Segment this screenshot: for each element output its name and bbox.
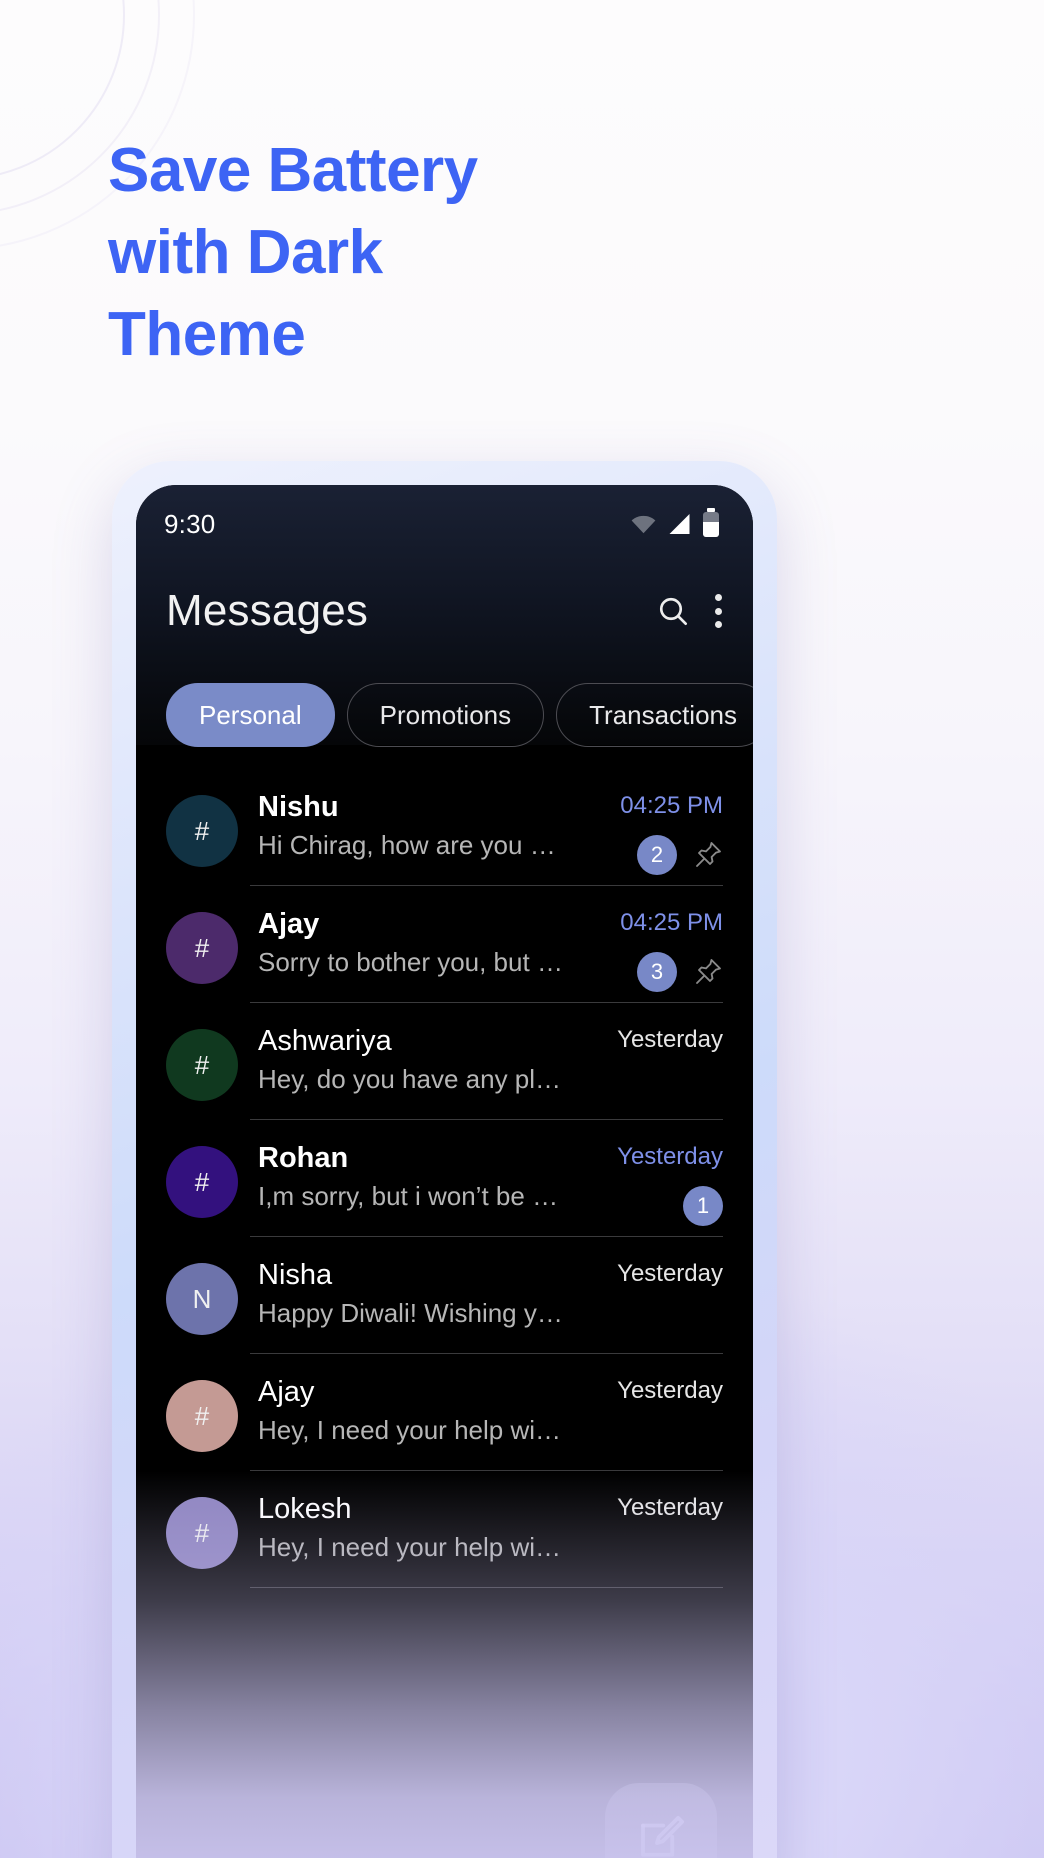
conversation-row[interactable]: # Lokesh Hey, I need your help with... Y… xyxy=(136,1471,753,1588)
battery-icon xyxy=(703,508,719,537)
contact-name: Lokesh xyxy=(258,1493,352,1525)
message-snippet: Hey, do you have any plans for th... xyxy=(258,1064,565,1095)
conversation-text: Lokesh Hey, I need your help with... xyxy=(258,1493,573,1564)
filter-chip-promotions[interactable]: Promotions xyxy=(346,683,545,747)
conversation-text: Ajay Sorry to bother you, but I forgot m… xyxy=(258,908,573,979)
contact-name: Nishu xyxy=(258,791,339,823)
message-snippet: Sorry to bother you, but I forgot m... xyxy=(258,947,565,978)
conversation-meta: 04:25 PM 2 xyxy=(573,791,723,876)
conversation-meta: Yesterday xyxy=(573,1259,723,1287)
timestamp: Yesterday xyxy=(617,1260,723,1287)
headline-line-2: with Dark xyxy=(108,217,383,287)
phone-mockup: 9:30 Messages Personal Promotions Transa… xyxy=(112,461,777,1858)
conversation-row[interactable]: # Ashwariya Hey, do you have any plans f… xyxy=(136,1003,753,1120)
avatar: # xyxy=(166,1380,238,1452)
compose-icon xyxy=(641,1815,685,1857)
unread-badge: 1 xyxy=(683,1186,723,1227)
timestamp: 04:25 PM xyxy=(620,792,723,819)
avatar: # xyxy=(166,912,238,984)
conversation-meta: 04:25 PM 3 xyxy=(573,908,723,993)
app-bar: Messages xyxy=(136,563,753,659)
headline-line-3: Theme xyxy=(108,299,306,369)
message-snippet: I,m sorry, but i won’t be able to... xyxy=(258,1181,565,1212)
meta-bottom: 2 xyxy=(637,835,723,876)
contact-name: Ashwariya xyxy=(258,1025,392,1057)
row-divider xyxy=(250,1587,723,1588)
pin-icon[interactable] xyxy=(693,840,723,870)
message-snippet: Hey, I need your help with... xyxy=(258,1532,565,1563)
conversation-row[interactable]: # Nishu Hi Chirag, how are you doing? Ho… xyxy=(136,769,753,886)
cell-signal-icon xyxy=(669,514,690,534)
status-clock: 9:30 xyxy=(164,508,216,539)
wifi-icon xyxy=(631,515,656,533)
conversation-meta: Yesterday 1 xyxy=(573,1142,723,1227)
message-snippet: Happy Diwali! Wishing you and... xyxy=(258,1298,565,1329)
compose-fab[interactable] xyxy=(605,1783,717,1858)
conversation-meta: Yesterday xyxy=(573,1025,723,1053)
app-bar-actions xyxy=(657,594,723,628)
promo-screenshot: Save Battery with Dark Theme 9:30 Messag… xyxy=(0,0,1044,1858)
contact-name: Ajay xyxy=(258,1376,315,1408)
status-bar: 9:30 xyxy=(136,485,753,563)
conversation-row[interactable]: N Nisha Happy Diwali! Wishing you and...… xyxy=(136,1237,753,1354)
conversation-text: Ashwariya Hey, do you have any plans for… xyxy=(258,1025,573,1096)
conversation-text: Ajay Hey, I need your help with... xyxy=(258,1376,573,1447)
conversation-meta: Yesterday xyxy=(573,1493,723,1521)
message-snippet: Hi Chirag, how are you doing? Ho... xyxy=(258,830,565,861)
conversation-text: Rohan I,m sorry, but i won’t be able to.… xyxy=(258,1142,573,1213)
unread-badge: 3 xyxy=(637,952,677,993)
conversation-list[interactable]: # Nishu Hi Chirag, how are you doing? Ho… xyxy=(136,769,753,1588)
filter-chip-row[interactable]: Personal Promotions Transactions S xyxy=(136,659,753,769)
contact-name: Rohan xyxy=(258,1142,349,1174)
timestamp: Yesterday xyxy=(617,1143,723,1170)
conversation-text: Nishu Hi Chirag, how are you doing? Ho..… xyxy=(258,791,573,862)
status-icons xyxy=(631,508,719,537)
timestamp: Yesterday xyxy=(617,1494,723,1521)
meta-bottom: 3 xyxy=(637,952,723,993)
overflow-menu-icon[interactable] xyxy=(715,594,723,628)
search-icon[interactable] xyxy=(657,595,689,627)
avatar: N xyxy=(166,1263,238,1335)
contact-name: Ajay xyxy=(258,908,320,940)
headline-line-1: Save Battery xyxy=(108,136,478,205)
timestamp: 04:25 PM xyxy=(620,909,723,936)
contact-name: Nisha xyxy=(258,1259,333,1291)
timestamp: Yesterday xyxy=(617,1377,723,1404)
message-snippet: Hey, I need your help with... xyxy=(258,1415,565,1446)
timestamp: Yesterday xyxy=(617,1026,723,1053)
conversation-text: Nisha Happy Diwali! Wishing you and... xyxy=(258,1259,573,1330)
filter-chip-personal[interactable]: Personal xyxy=(166,683,335,747)
avatar: # xyxy=(166,1029,238,1101)
avatar: # xyxy=(166,795,238,867)
app-title: Messages xyxy=(166,586,369,635)
filter-chip-transactions[interactable]: Transactions xyxy=(556,683,753,747)
phone-screen: 9:30 Messages Personal Promotions Transa… xyxy=(136,485,753,1858)
conversation-row[interactable]: # Rohan I,m sorry, but i won’t be able t… xyxy=(136,1120,753,1237)
avatar: # xyxy=(166,1146,238,1218)
pin-icon[interactable] xyxy=(693,957,723,987)
meta-bottom: 1 xyxy=(683,1186,723,1227)
conversation-row[interactable]: # Ajay Sorry to bother you, but I forgot… xyxy=(136,886,753,1003)
page-title: Save Battery with Dark Theme xyxy=(108,130,708,375)
avatar: # xyxy=(166,1497,238,1569)
conversation-meta: Yesterday xyxy=(573,1376,723,1404)
conversation-row[interactable]: # Ajay Hey, I need your help with... Yes… xyxy=(136,1354,753,1471)
unread-badge: 2 xyxy=(637,835,677,876)
